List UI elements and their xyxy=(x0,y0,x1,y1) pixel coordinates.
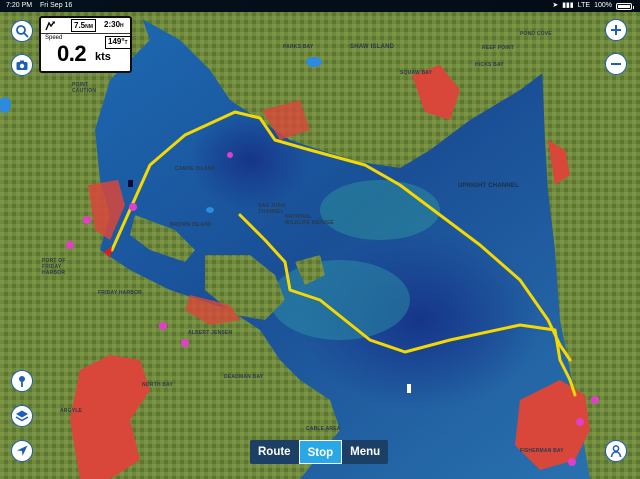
signal-icon: ▮▮▮ xyxy=(562,2,574,9)
menu-button[interactable]: Menu xyxy=(342,440,388,464)
status-time: 7:20 PM xyxy=(6,2,33,9)
shallow-shelf xyxy=(320,180,440,240)
label-canoe-island: CANOE ISLAND xyxy=(175,166,216,172)
data-panel-header: 7.5NM 2:30H xyxy=(41,18,130,34)
speed-unit: kts xyxy=(95,51,111,63)
location-icon: ➤ xyxy=(552,2,559,9)
search-button[interactable] xyxy=(11,20,33,42)
navigate-button[interactable] xyxy=(11,440,33,462)
nav-aid xyxy=(128,180,133,187)
plus-icon xyxy=(611,25,621,35)
label-refuge: NATIONAL WILDLIFE REFUGE xyxy=(285,214,334,226)
stop-button[interactable]: Stop xyxy=(298,440,343,464)
camera-button[interactable] xyxy=(11,54,33,76)
camera-icon xyxy=(16,60,28,70)
lake xyxy=(306,57,322,67)
label-albert-jensen: ALBERT JENSEN xyxy=(188,330,233,336)
label-deadman-bay: DEADMAN BAY xyxy=(224,374,264,380)
battery-percent: 100% xyxy=(594,2,612,9)
layers-button[interactable] xyxy=(11,405,33,427)
label-squaw-bay: SQUAW BAY xyxy=(400,70,433,76)
label-north-bay: NORTH BAY xyxy=(142,382,174,388)
status-bar: 7:20 PM Fri Sep 16 ➤ ▮▮▮ LTE 100% xyxy=(0,0,640,12)
label-pond-cove: POND COVE xyxy=(520,31,552,37)
route-button[interactable]: Route xyxy=(250,440,299,464)
label-shaw-island: SHAW ISLAND xyxy=(350,44,395,50)
waypoint-button[interactable] xyxy=(11,370,33,392)
label-fisherman-bay: FISHERMAN BAY xyxy=(520,448,564,454)
zoom-out-button[interactable] xyxy=(605,53,627,75)
time-readout: 2:30H xyxy=(104,20,124,29)
heading-readout: 149°T xyxy=(105,36,131,49)
shallow-shelf xyxy=(270,260,410,340)
network-label: LTE xyxy=(577,2,591,9)
person-icon xyxy=(610,445,622,458)
label-brown-island: BROWN ISLAND xyxy=(170,222,212,228)
label-cable-area: CABLE AREA xyxy=(306,426,341,432)
label-hicks-bay: HICKS BAY xyxy=(475,62,504,68)
label-friday-harbor: FRIDAY HARBOR xyxy=(98,290,142,296)
minus-icon xyxy=(611,63,621,65)
speed-value: 0.2 xyxy=(57,41,87,66)
battery-icon xyxy=(616,2,634,10)
account-button[interactable] xyxy=(605,440,627,462)
zoom-in-button[interactable] xyxy=(605,19,627,41)
navigation-data-panel[interactable]: 7.5NM 2:30H Speed 149°T 0.2 kts xyxy=(39,16,132,73)
label-reef-point: REEF POINT xyxy=(482,45,515,51)
layers-icon xyxy=(15,410,29,422)
label-argyle: ARGYLE xyxy=(60,408,83,414)
pin-icon xyxy=(19,376,25,387)
label-point-caution: POINT CAUTION xyxy=(72,82,97,94)
status-date: Fri Sep 16 xyxy=(40,2,73,9)
search-icon xyxy=(16,25,29,38)
lake xyxy=(206,207,214,213)
label-upright-channel: UPRIGHT CHANNEL xyxy=(458,183,519,189)
nav-aid xyxy=(407,384,411,393)
boat-heading-icon xyxy=(45,21,55,31)
distance-readout: 7.5NM xyxy=(71,19,96,32)
label-parks-bay: PARKS BAY xyxy=(283,44,314,50)
bottom-control-bar: Route Stop Menu xyxy=(250,440,389,464)
navigation-arrow-icon xyxy=(17,445,28,456)
label-port-of-friday: PORT OF FRIDAY HARBOR xyxy=(42,258,66,276)
